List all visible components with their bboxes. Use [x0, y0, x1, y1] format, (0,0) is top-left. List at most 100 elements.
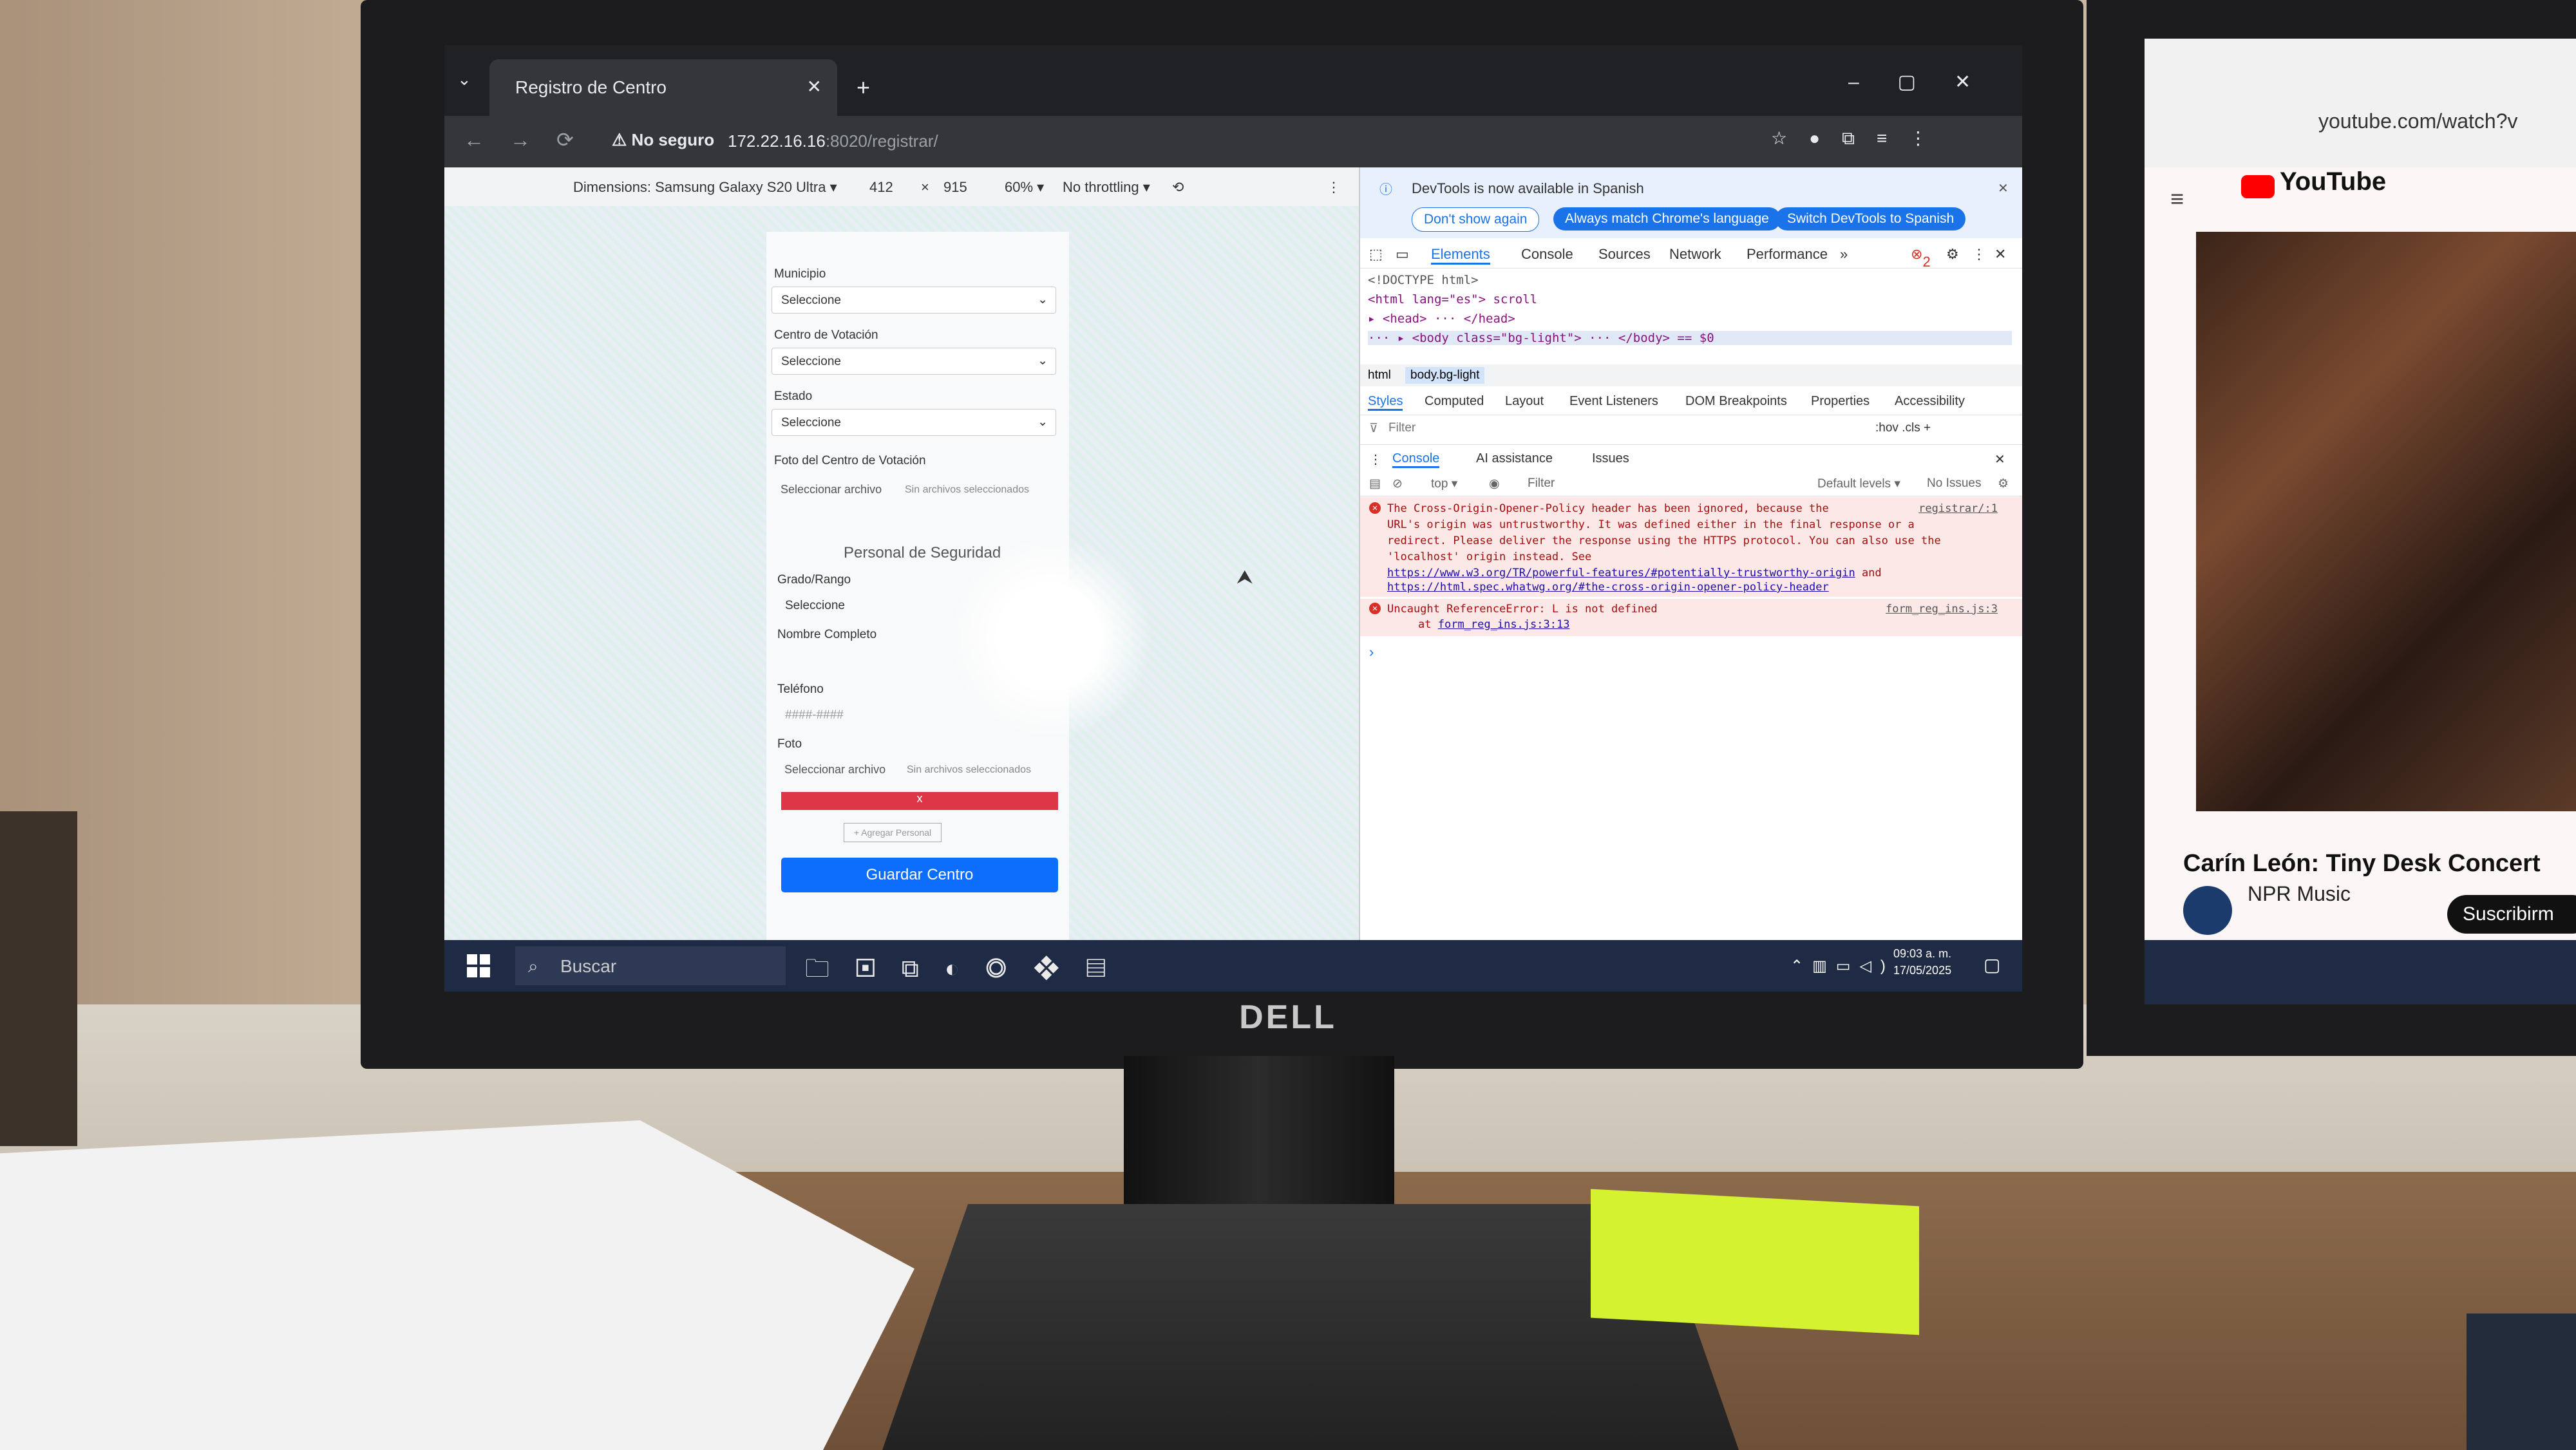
dom-line[interactable]: <!DOCTYPE html> [1368, 273, 1479, 287]
sidebar-toggle-icon[interactable]: ▤ [1369, 476, 1381, 491]
add-personal-button[interactable]: + Agregar Personal [844, 823, 942, 842]
dom-line[interactable]: ▸ <head> ··· </head> [1368, 312, 1515, 326]
devtools-close-icon[interactable]: ✕ [1994, 246, 2006, 263]
remove-personal-button[interactable]: x [781, 792, 1058, 810]
subtab-dom-breakpoints[interactable]: DOM Breakpoints [1685, 394, 1787, 409]
subtab-properties[interactable]: Properties [1811, 394, 1870, 409]
tab-performance[interactable]: Performance [1747, 246, 1828, 263]
subtab-styles[interactable]: Styles [1368, 394, 1403, 411]
more-options-icon[interactable]: ⋮ [1327, 179, 1341, 196]
whatwg-spec-link[interactable]: https://html.spec.whatwg.org/#the-cross-… [1387, 581, 1829, 594]
taskbar-apps[interactable]: 🗀▣⧉◐◎❖▤ [805, 950, 1132, 992]
url-field[interactable]: 172.22.16.16:8020/registrar/ [728, 131, 938, 151]
centro-select[interactable]: Seleccione ⌄ [772, 348, 1056, 375]
foto-centro-file-status: Sin archivos seleccionados [905, 484, 1029, 495]
clock-time: 09:03 a. m. [1893, 947, 1952, 960]
foto-file-button[interactable]: Seleccionar archivo [784, 763, 886, 777]
tab-network[interactable]: Network [1669, 246, 1721, 263]
subtab-layout[interactable]: Layout [1505, 394, 1544, 409]
switch-spanish-button[interactable]: Switch DevTools to Spanish [1776, 207, 1966, 231]
drawer-tab-console[interactable]: Console [1392, 451, 1440, 468]
foto-centro-file-button[interactable]: Seleccionar archivo [781, 483, 882, 496]
error-link-line: https://html.spec.whatwg.org/#the-cross-… [1387, 581, 1829, 594]
tab-close-icon[interactable]: ✕ [807, 76, 822, 97]
device-width[interactable]: 412 [869, 179, 893, 196]
drawer-tab-issues[interactable]: Issues [1592, 451, 1629, 466]
youtube-url[interactable]: youtube.com/watch?v [2318, 109, 2518, 133]
w3-spec-link[interactable]: https://www.w3.org/TR/powerful-features/… [1387, 567, 1855, 579]
console-settings-icon[interactable]: ⚙ [1998, 476, 2009, 491]
tab-elements[interactable]: Elements [1431, 246, 1490, 265]
drawer-tab-ai[interactable]: AI assistance [1476, 451, 1553, 466]
taskbar-search[interactable]: ⌕ Buscar [515, 946, 786, 985]
crumb-html[interactable]: html [1368, 368, 1391, 382]
dom-line-selected[interactable]: ··· ▸ <body class="bg-light"> ··· </body… [1368, 331, 2012, 345]
tab-sources[interactable]: Sources [1598, 246, 1651, 263]
hamburger-menu-icon[interactable]: ≡ [2170, 185, 2184, 212]
crumb-body[interactable]: body.bg-light [1405, 367, 1485, 384]
system-tray-icons[interactable]: ⌃▥▭◁) [1790, 957, 1895, 975]
styles-subtabs: Styles Computed Layout Event Listeners D… [1360, 386, 2022, 415]
stack-link[interactable]: form_reg_ins.js:3:13 [1438, 618, 1570, 631]
log-levels-select[interactable]: Default levels ▾ [1817, 476, 1900, 491]
nav-buttons[interactable]: ←→⟳ [464, 127, 600, 152]
console-prompt[interactable]: › [1369, 644, 1374, 661]
dom-line[interactable]: <html lang="es"> scroll [1368, 292, 1537, 306]
stack-line: at form_reg_ins.js:3:13 [1418, 618, 1569, 631]
devtools-menu-icon[interactable]: ⋮ [1972, 246, 1986, 263]
rotate-icon[interactable]: ⟲ [1172, 179, 1184, 196]
inspect-icon[interactable]: ⬚ [1369, 246, 1383, 263]
sticky-notes [1591, 1189, 1919, 1335]
error-source-link[interactable]: form_reg_ins.js:3 [1886, 603, 1998, 616]
throttling-select[interactable]: No throttling ▾ [1063, 179, 1150, 196]
issues-count[interactable]: No Issues [1927, 476, 1981, 491]
device-toolbar: Dimensions: Samsung Galaxy S20 Ultra ▾ 4… [444, 167, 1359, 207]
zoom-select[interactable]: 60% ▾ [1005, 179, 1044, 196]
tab-search-icon[interactable]: ⌄ [457, 70, 471, 89]
window-controls[interactable]: –▢✕ [1848, 71, 2009, 93]
device-dimensions-select[interactable]: Dimensions: Samsung Galaxy S20 Ultra ▾ [573, 179, 837, 196]
youtube-logo-text[interactable]: YouTube [2280, 167, 2386, 196]
match-language-button[interactable]: Always match Chrome's language [1553, 207, 1781, 231]
banner-close-icon[interactable]: ✕ [1998, 180, 2009, 196]
dont-show-again-button[interactable]: Don't show again [1412, 207, 1540, 232]
channel-name[interactable]: NPR Music [2248, 882, 2351, 906]
settings-gear-icon[interactable]: ⚙ [1946, 246, 1959, 263]
tab-console[interactable]: Console [1521, 246, 1573, 263]
context-select[interactable]: top ▾ [1431, 476, 1457, 491]
styles-filter-extras[interactable]: :hov .cls + [1875, 421, 1931, 435]
browser-tab[interactable]: Registro de Centro ✕ [489, 59, 837, 116]
console-filter-input[interactable]: Filter [1528, 476, 1555, 491]
taskbar-clock[interactable]: 09:03 a. m. 17/05/2025 [1893, 945, 1951, 979]
subtab-accessibility[interactable]: Accessibility [1895, 394, 1965, 409]
drawer-tabs: ⋮ Console AI assistance Issues ✕ [1360, 444, 2022, 471]
dom-tree: <!DOCTYPE html> <html lang="es"> scroll … [1360, 268, 2022, 364]
error-count-badge[interactable]: ⊗ 2 [1911, 246, 1931, 270]
security-indicator[interactable]: ⚠ No seguro [612, 130, 714, 150]
drawer-menu-icon[interactable]: ⋮ [1369, 451, 1382, 467]
windows-start-icon[interactable] [467, 954, 490, 977]
devtools-panel: ⓘ DevTools is now available in Spanish ✕… [1359, 167, 2022, 992]
drawer-close-icon[interactable]: ✕ [1994, 451, 2005, 467]
devtools-language-banner: ⓘ DevTools is now available in Spanish ✕… [1360, 167, 2022, 238]
subscribe-button[interactable]: Suscribirm [2447, 895, 2576, 934]
subtab-computed[interactable]: Computed [1425, 394, 1484, 409]
subtab-event-listeners[interactable]: Event Listeners [1569, 394, 1658, 409]
municipio-select[interactable]: Seleccione ⌄ [772, 287, 1056, 314]
toolbar-extension-icons[interactable]: ☆●⧉≡⋮ [1771, 127, 1949, 149]
tab-more[interactable]: » [1840, 246, 1848, 263]
notifications-icon[interactable]: ▢ [1984, 954, 2000, 975]
device-toggle-icon[interactable]: ▭ [1396, 246, 1409, 263]
new-tab-button[interactable]: + [857, 74, 870, 101]
search-icon: ⌕ [528, 956, 538, 976]
eye-icon[interactable]: ◉ [1489, 476, 1500, 491]
channel-avatar[interactable] [2183, 886, 2232, 935]
save-centro-button[interactable]: Guardar Centro [781, 858, 1058, 892]
grado-label: Grado/Rango [777, 573, 851, 587]
estado-select[interactable]: Seleccione ⌄ [772, 409, 1056, 436]
error-source-link[interactable]: registrar/:1 [1918, 502, 1998, 515]
video-player[interactable] [2196, 232, 2576, 811]
styles-filter-input[interactable]: Filter [1388, 421, 1416, 435]
clear-console-icon[interactable]: ⊘ [1392, 476, 1403, 491]
device-height[interactable]: 915 [943, 179, 967, 196]
